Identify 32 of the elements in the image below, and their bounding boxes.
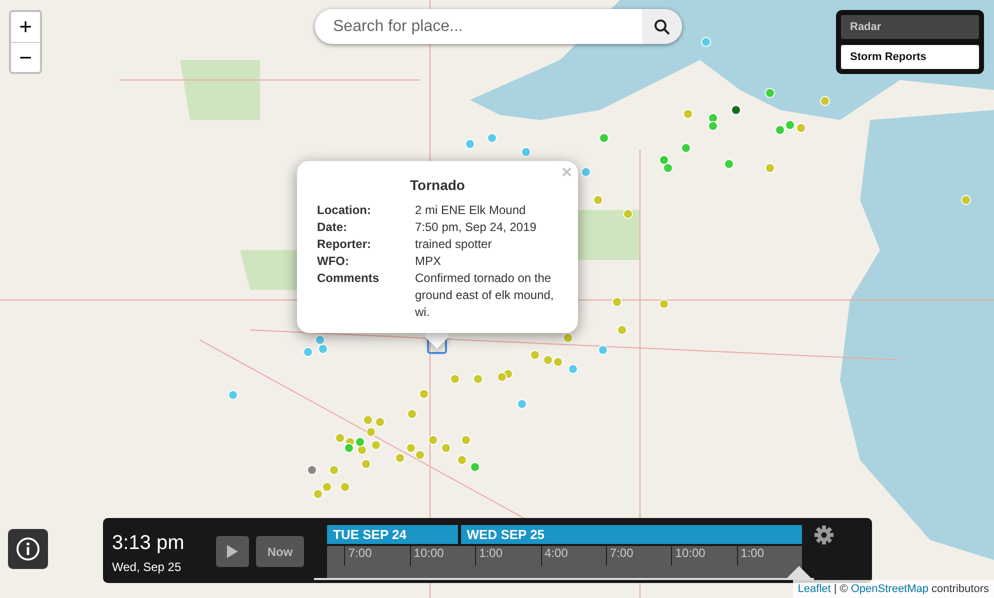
field-label: Reporter:	[317, 236, 372, 253]
openstreetmap-link[interactable]: OpenStreetMap	[850, 580, 929, 597]
layer-option[interactable]: Storm Reports	[841, 45, 979, 69]
field-label: WFO:	[317, 253, 350, 270]
settings-icon	[814, 524, 834, 545]
field-label: Comments	[317, 270, 380, 287]
play-button[interactable]	[216, 536, 249, 567]
current-time: 3:13 pm	[112, 532, 186, 554]
popup-title: Tornado	[409, 176, 466, 195]
field-value: 2 mi ENE Elk Mound	[415, 202, 527, 219]
now-button[interactable]: Now	[256, 536, 304, 567]
current-date: Wed, Sep 25	[112, 559, 182, 576]
attribution-text: contributors	[932, 582, 989, 596]
field-label: Location:	[317, 202, 372, 219]
day-header: WED SEP 25	[460, 525, 802, 544]
info-button[interactable]	[8, 529, 48, 569]
field-value: Confirmed tornado on the ground east of elk mound, wi.	[415, 270, 555, 321]
day-header: TUE SEP 24	[327, 525, 458, 544]
field-label: Date:	[317, 219, 348, 236]
search-button[interactable]	[642, 9, 682, 44]
search-field[interactable]: Search for place...	[315, 9, 682, 44]
leaflet-link[interactable]: Leaflet	[798, 580, 831, 597]
zoom-out-button[interactable]: −	[11, 42, 40, 72]
layer-option[interactable]: Radar	[841, 15, 979, 39]
settings-button[interactable]	[814, 523, 834, 547]
attribution-text: | ©	[834, 582, 848, 596]
search-icon	[654, 18, 670, 34]
field-value: MPX	[415, 253, 442, 270]
field-value: 7:50 pm, Sep 24, 2019	[415, 219, 538, 236]
play-icon	[227, 545, 238, 558]
field-value: trained spotter	[415, 236, 493, 253]
info-icon	[16, 537, 40, 561]
